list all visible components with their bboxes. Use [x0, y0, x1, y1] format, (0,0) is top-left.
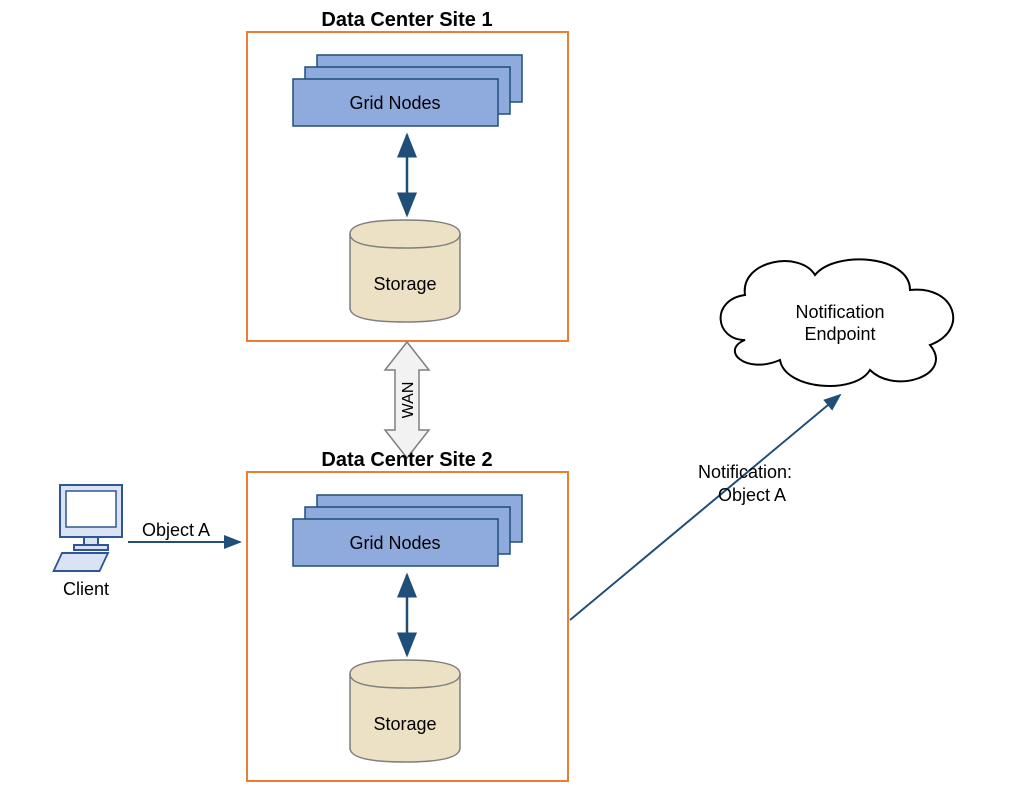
- site1-title: Data Center Site 1: [321, 9, 492, 31]
- cloud-group: Notification Endpoint: [721, 259, 954, 386]
- wan-label: WAN: [400, 382, 417, 419]
- site2-storage-label: Storage: [373, 714, 436, 734]
- site2-group: Data Center Site 2 Grid Nodes Storage: [247, 449, 568, 781]
- client-group: Client: [54, 485, 122, 599]
- site2-title: Data Center Site 2: [321, 449, 492, 471]
- architecture-diagram: Data Center Site 1 Grid Nodes Storage WA…: [0, 0, 1013, 811]
- client-label: Client: [63, 579, 109, 599]
- site2-node-label: Grid Nodes: [349, 533, 440, 553]
- notification-line2: Object A: [718, 485, 786, 505]
- notification-arrow: [570, 395, 840, 620]
- site2-grid-nodes: Grid Nodes: [293, 495, 522, 566]
- cloud-line2: Endpoint: [804, 324, 875, 344]
- site1-node-label: Grid Nodes: [349, 93, 440, 113]
- site1-storage-label: Storage: [373, 274, 436, 294]
- notification-line1: Notification:: [698, 462, 792, 482]
- site1-storage: Storage: [350, 220, 460, 322]
- site1-group: Data Center Site 1 Grid Nodes Storage: [247, 9, 568, 341]
- site2-storage: Storage: [350, 660, 460, 762]
- client-object-label: Object A: [142, 520, 210, 540]
- cloud-line1: Notification: [795, 302, 884, 322]
- wan-arrow: WAN: [385, 342, 429, 458]
- site1-grid-nodes: Grid Nodes: [293, 55, 522, 126]
